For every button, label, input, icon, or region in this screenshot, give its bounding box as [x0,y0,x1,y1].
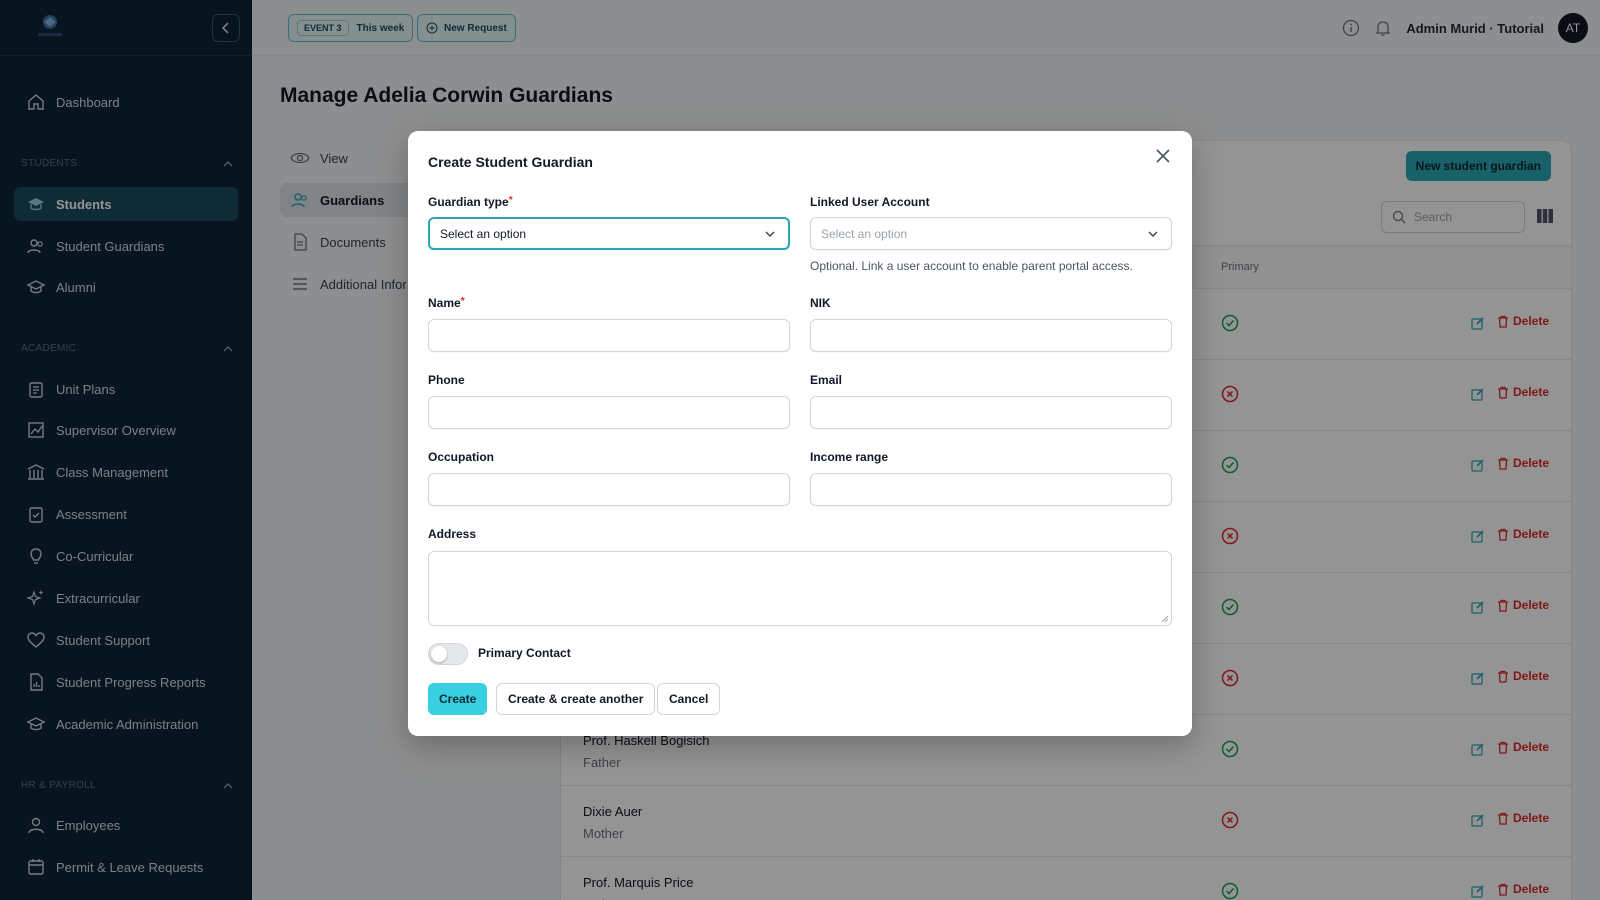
linked-user-select[interactable]: Select an option [810,217,1172,250]
occupation-input[interactable] [428,473,790,506]
linked-user-placeholder: Select an option [821,226,908,241]
linked-user-hint: Optional. Link a user account to enable … [810,259,1133,273]
income-range-label: Income range [810,450,889,464]
address-textarea[interactable] [428,551,1172,626]
guardian-type-label: Guardian type* [428,195,513,209]
primary-contact-toggle[interactable] [428,643,468,665]
create-button[interactable]: Create [428,683,488,715]
income-range-input[interactable] [810,473,1172,506]
nik-label: NIK [810,296,831,310]
name-label: Name* [428,296,465,310]
guardian-type-value: Select an option [440,226,527,241]
phone-input[interactable] [428,396,790,429]
chevron-down-icon [765,231,775,237]
resize-handle-icon[interactable] [1161,615,1169,623]
occupation-label: Occupation [428,450,495,464]
create-guardian-modal: Create Student Guardian Guardian type* S… [408,131,1192,736]
linked-user-label: Linked User Account [810,195,930,209]
toggle-knob [431,646,447,662]
phone-label: Phone [428,373,465,387]
close-icon[interactable] [1152,145,1174,167]
nik-input[interactable] [810,319,1172,352]
email-label: Email [810,373,843,387]
modal-title: Create Student Guardian [428,154,593,170]
create-another-button[interactable]: Create & create another [496,683,656,715]
email-input[interactable] [810,396,1172,429]
guardian-type-select[interactable]: Select an option [428,217,790,250]
address-label: Address [428,527,477,541]
primary-contact-label: Primary Contact [478,646,571,660]
chevron-down-icon [1148,231,1158,237]
name-input[interactable] [428,319,790,352]
cancel-button[interactable]: Cancel [657,683,721,715]
